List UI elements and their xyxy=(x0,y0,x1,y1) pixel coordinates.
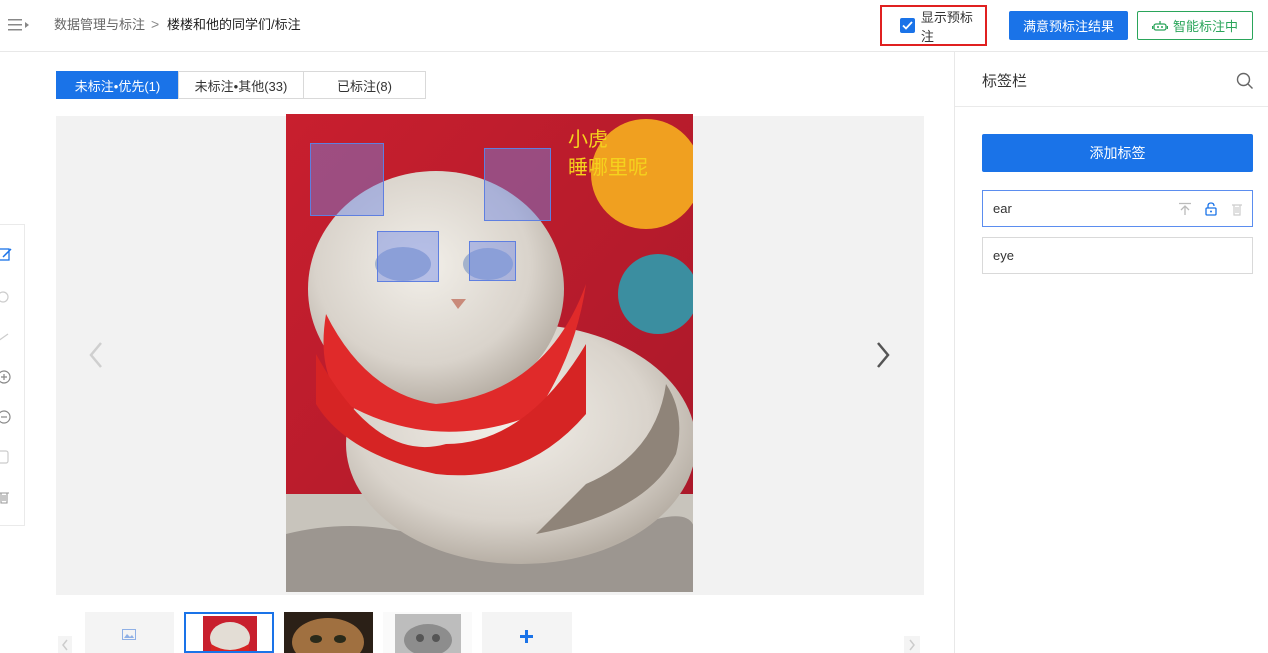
robot-icon xyxy=(1151,20,1168,31)
thumbnail-grey-cat[interactable] xyxy=(383,612,472,653)
annotation-status-tabs: 未标注•优先(1) 未标注•其他(33) 已标注(8) xyxy=(56,71,426,99)
label-name: ear xyxy=(993,201,1012,216)
next-image-icon[interactable] xyxy=(873,340,893,370)
show-pre-annotation-label: 显示预标注 xyxy=(920,9,973,44)
check-icon xyxy=(902,21,913,30)
zoom-in-icon[interactable] xyxy=(0,369,14,385)
breadcrumb-root[interactable]: 数据管理与标注 xyxy=(54,17,145,33)
show-pre-annotation-toggle[interactable]: 显示预标注 xyxy=(880,5,987,46)
image-icon xyxy=(122,629,136,640)
menu-toggle-icon[interactable] xyxy=(8,17,30,33)
label-panel-title: 标签栏 xyxy=(982,73,1028,90)
add-label-button[interactable]: 添加标签 xyxy=(982,134,1253,172)
thumbnail-cat-scarf[interactable] xyxy=(184,612,274,653)
panel-divider xyxy=(954,52,955,653)
smart-annotation-label: 智能标注中 xyxy=(1172,19,1238,34)
thumb-prev-icon[interactable] xyxy=(58,636,72,653)
label-name: eye xyxy=(993,248,1014,263)
annotation-image[interactable]: 小虎 睡哪里呢 xyxy=(286,114,693,592)
annotation-toolbar xyxy=(0,224,25,526)
bbox-eye-right[interactable] xyxy=(469,241,516,281)
tab-labeled[interactable]: 已标注(8) xyxy=(303,71,426,99)
tab-unlabeled-priority[interactable]: 未标注•优先(1) xyxy=(56,71,179,99)
bbox-ear-left[interactable] xyxy=(310,143,384,216)
thumbnail-grey-cat-image xyxy=(395,614,461,653)
bbox-ear-right[interactable] xyxy=(484,148,551,221)
trash-icon[interactable] xyxy=(0,489,14,505)
smart-annotation-button[interactable]: 智能标注中 xyxy=(1137,11,1253,40)
move-to-top-icon[interactable] xyxy=(1178,202,1192,216)
search-icon[interactable] xyxy=(1236,72,1254,90)
thumbnail-tabby-image xyxy=(292,618,364,653)
edit-icon[interactable] xyxy=(0,247,14,263)
thumbnail-tabby[interactable] xyxy=(284,612,373,653)
panel-header-divider xyxy=(955,106,1268,107)
thumbnail-cat-scarf-image xyxy=(203,616,257,651)
label-item-eye[interactable]: eye xyxy=(982,237,1253,274)
tab-unlabeled-other[interactable]: 未标注•其他(33) xyxy=(178,71,304,99)
add-image-button[interactable] xyxy=(482,612,572,653)
top-header: 数据管理与标注 > 楼楼和他的同学们/标注 显示预标注 满意预标注结果 智能标注… xyxy=(0,0,1268,52)
lock-icon[interactable] xyxy=(1204,202,1218,216)
breadcrumb-separator: > xyxy=(151,16,160,32)
delete-icon[interactable] xyxy=(1230,202,1244,216)
show-pre-annotation-checkbox[interactable] xyxy=(900,18,915,33)
thumb-next-icon[interactable] xyxy=(904,636,920,653)
accept-pre-annotation-button[interactable]: 满意预标注结果 xyxy=(1009,11,1128,40)
square-icon[interactable] xyxy=(0,449,14,465)
thumbnail-placeholder[interactable] xyxy=(85,612,174,653)
plus-icon xyxy=(520,630,533,643)
label-item-ear[interactable]: ear xyxy=(982,190,1253,227)
bbox-eye-left[interactable] xyxy=(377,231,439,282)
photo-caption-1: 小虎 xyxy=(568,127,608,151)
photo-caption-2: 睡哪里呢 xyxy=(568,155,648,179)
line-icon[interactable] xyxy=(0,329,14,345)
prev-image-icon[interactable] xyxy=(86,340,106,370)
circle-icon[interactable] xyxy=(0,289,14,305)
breadcrumb-current: 楼楼和他的同学们/标注 xyxy=(167,17,301,32)
zoom-out-icon[interactable] xyxy=(0,409,14,425)
label-actions xyxy=(1178,202,1244,216)
